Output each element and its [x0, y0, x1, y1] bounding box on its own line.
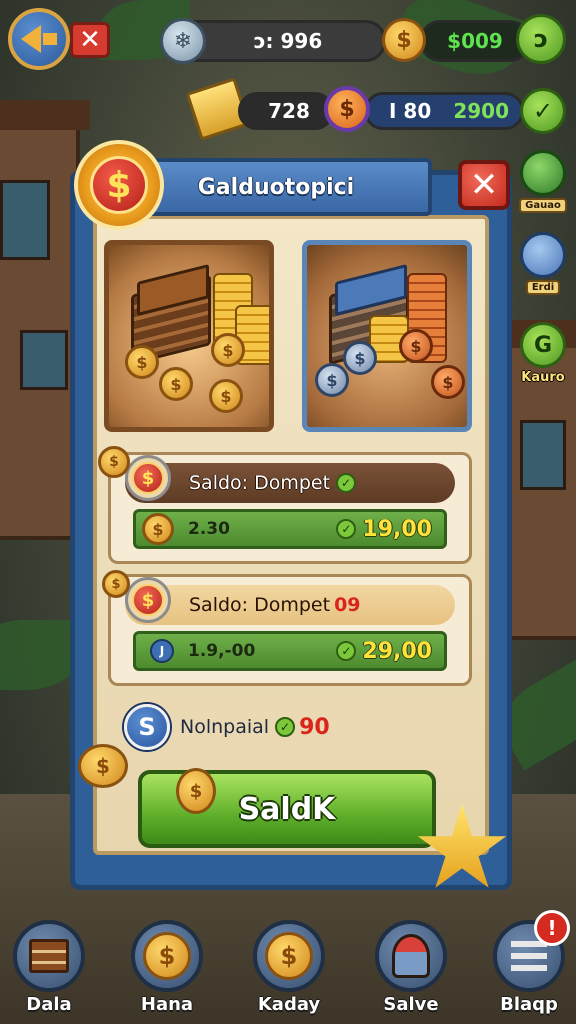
side-item-gauao[interactable]: Gauao — [518, 150, 568, 213]
check-icon: ✓ — [336, 473, 357, 493]
coin-icon: $ — [382, 18, 426, 62]
nav-item-hana[interactable]: $ Hana — [124, 920, 210, 1015]
book-icon — [29, 939, 69, 973]
balance-row-header: Saldo: Dompet ✓ — [125, 463, 455, 503]
bottom-nav: Dala $ Hana $ Kaday Salve Blaqp — [0, 914, 576, 1024]
nav-item-label: Hana — [140, 994, 194, 1015]
dino-icon — [520, 150, 566, 196]
check-icon: ✓ — [336, 519, 357, 539]
balance-row-label: Saldo: Dompet — [189, 594, 331, 616]
side-item-erdi[interactable]: Erdi — [518, 232, 568, 295]
g-icon: G — [520, 322, 566, 368]
bundle-card-gold[interactable]: $ $ $ $ — [104, 240, 274, 432]
back-arrow-icon — [21, 25, 41, 53]
balance-right-value: 19,00 — [362, 516, 432, 542]
panel-close-button[interactable]: ✕ — [458, 160, 510, 210]
coin-progress-counter: I 80 2900 — [364, 92, 524, 130]
green-currency-button[interactable]: ↄ — [516, 14, 566, 64]
balance-left-value: 2.30 — [188, 519, 230, 539]
snowflake-gem-icon: ❄ — [160, 18, 206, 64]
character-icon — [392, 934, 430, 978]
balance-row-header: Saldo: Dompet 09 — [125, 585, 455, 625]
green-total-value: 2900 — [453, 99, 509, 123]
panel-title-bar: Galduotopici — [140, 158, 432, 216]
coin-icon: $ — [142, 513, 174, 545]
balance-row-2: Saldo: Dompet 09 $ J 1.9,-00 ✓ 29,00 — [108, 574, 472, 686]
bundle-card-silver[interactable]: $ $ $ $ — [302, 240, 472, 432]
nav-item-salve[interactable]: Salve — [368, 920, 454, 1015]
blue-coin-icon: J — [150, 639, 174, 663]
nav-item-label: Salve — [383, 994, 439, 1015]
dollar-badge-icon: $ — [125, 455, 171, 501]
menu-icon — [511, 941, 547, 971]
side-item-label: Kauro — [521, 370, 565, 385]
alert-badge-icon: ! — [534, 910, 570, 946]
money-counter-value: $009 — [447, 29, 503, 53]
floating-coin-icon: $ — [98, 446, 130, 478]
panel-title: Galduotopici — [197, 174, 355, 200]
nav-item-label: Blaqp — [500, 994, 558, 1015]
total-line: S Nolnpaial ✓ 90 — [124, 704, 330, 750]
s-currency-icon: S — [124, 704, 170, 750]
balance-right-value: 29,00 — [362, 638, 432, 664]
nav-item-label: Dala — [26, 994, 72, 1015]
total-value: 90 — [299, 714, 330, 740]
nav-item-label: Kaday — [257, 994, 321, 1015]
balance-row-extra: 09 — [334, 594, 361, 616]
dollar-badge-icon: $ — [74, 140, 164, 230]
close-small-button[interactable]: ✕ — [70, 22, 110, 58]
nav-item-kaday[interactable]: $ Kaday — [246, 920, 332, 1015]
balance-left-value: 1.9,-00 — [188, 641, 256, 661]
ticket-counter: 728 — [238, 92, 334, 130]
side-item-label: Gauao — [519, 198, 567, 213]
balance-row-label: Saldo: Dompet — [189, 472, 331, 494]
confirm-button-label: SaldK — [238, 791, 336, 827]
floating-coin-icon: $ — [176, 768, 216, 814]
side-item-label: Erdi — [525, 280, 561, 295]
nav-item-dala[interactable]: Dala — [6, 920, 92, 1015]
floating-coin-icon: $ — [102, 570, 130, 598]
purple-coin-icon: $ — [324, 86, 370, 132]
character-icon — [520, 232, 566, 278]
coin-icon: $ — [265, 932, 313, 980]
check-icon: ✓ — [275, 717, 296, 737]
money-counter: $009 — [420, 20, 530, 62]
back-button[interactable] — [8, 8, 70, 70]
ticket-counter-value: 728 — [268, 99, 310, 123]
gem-counter-value: ↄ: 996 — [253, 29, 323, 53]
coin-progress-value: I 80 — [389, 99, 432, 123]
check-button[interactable]: ✓ — [520, 88, 566, 134]
side-item-kauro[interactable]: G Kauro — [518, 322, 568, 385]
balance-row-1: Saldo: Dompet ✓ $ $ 2.30 ✓ 19,00 — [108, 452, 472, 564]
coin-icon: $ — [143, 932, 191, 980]
floating-coin-icon: $ — [78, 744, 128, 788]
dollar-badge-icon: $ — [125, 577, 171, 623]
check-icon: ✓ — [336, 641, 357, 661]
total-label: Nolnpaial — [180, 716, 270, 738]
balance-row-bar[interactable]: J 1.9,-00 ✓ 29,00 — [133, 631, 447, 671]
balance-row-bar[interactable]: $ 2.30 ✓ 19,00 — [133, 509, 447, 549]
